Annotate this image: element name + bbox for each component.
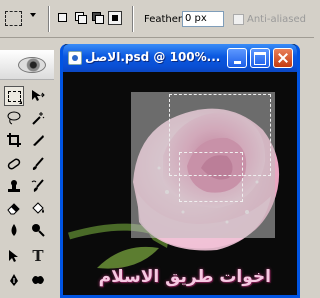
lasso-icon bbox=[7, 111, 21, 125]
subtract-from-selection-button[interactable] bbox=[91, 11, 105, 25]
dodge-icon bbox=[32, 224, 45, 237]
paint-bucket-icon bbox=[32, 202, 44, 214]
feather-label: Feather: bbox=[144, 14, 186, 25]
custom-shape-tool[interactable] bbox=[28, 270, 48, 290]
options-bar: Feather: 0 px Anti-aliased bbox=[0, 0, 314, 38]
move-tool[interactable] bbox=[28, 86, 48, 106]
custom-shape-icon bbox=[32, 276, 44, 284]
clone-stamp-tool[interactable] bbox=[4, 176, 24, 196]
document-title: الاصل.psd @ 100%... bbox=[85, 50, 221, 64]
arabic-caption-text: اخوات طريق الاسلام bbox=[98, 267, 271, 287]
marquee-tool[interactable] bbox=[4, 86, 24, 106]
history-brush-icon bbox=[31, 179, 44, 192]
water-drop-icon bbox=[11, 224, 17, 236]
close-button[interactable] bbox=[273, 48, 293, 68]
path-selection-tool[interactable] bbox=[4, 246, 24, 266]
history-brush-tool[interactable] bbox=[28, 176, 48, 196]
path-arrow-icon bbox=[9, 250, 18, 262]
options-separator bbox=[48, 6, 50, 32]
magic-wand-tool[interactable] bbox=[28, 108, 48, 128]
slice-tool[interactable] bbox=[28, 130, 48, 150]
crop-icon bbox=[7, 133, 21, 147]
paint-bucket-tool[interactable] bbox=[28, 198, 48, 218]
blur-tool[interactable] bbox=[4, 220, 24, 240]
slice-icon bbox=[33, 135, 44, 146]
crop-tool[interactable] bbox=[4, 130, 24, 150]
anti-aliased-checkbox[interactable] bbox=[233, 14, 244, 25]
eraser-icon bbox=[7, 203, 20, 215]
palette-header bbox=[0, 50, 54, 80]
document-window: الاصل.psd @ 100%... اخوات طريق الاسلام bbox=[60, 44, 300, 298]
lasso-tool[interactable] bbox=[4, 108, 24, 128]
marquee-icon bbox=[7, 90, 21, 102]
adobe-eye-icon[interactable] bbox=[18, 57, 46, 73]
tools-palette: T bbox=[0, 50, 54, 298]
bandage-icon bbox=[7, 158, 21, 170]
type-t-icon: T bbox=[32, 246, 44, 265]
brush-tool[interactable] bbox=[28, 154, 48, 174]
marquee-selection-outline[interactable] bbox=[179, 152, 243, 202]
image-canvas[interactable]: اخوات طريق الاسلام bbox=[67, 72, 295, 295]
document-titlebar[interactable]: الاصل.psd @ 100%... bbox=[63, 44, 297, 72]
new-selection-button[interactable] bbox=[56, 11, 70, 25]
photoshop-document-icon bbox=[68, 51, 82, 65]
stamp-icon bbox=[8, 180, 20, 192]
minimize-button[interactable] bbox=[227, 48, 247, 68]
pen-icon bbox=[10, 274, 18, 286]
move-icon bbox=[32, 90, 45, 101]
pen-tool[interactable] bbox=[4, 270, 24, 290]
magic-wand-icon bbox=[32, 112, 45, 125]
intersect-with-selection-button[interactable] bbox=[108, 11, 122, 25]
eraser-tool[interactable] bbox=[4, 198, 24, 218]
add-to-selection-button[interactable] bbox=[74, 11, 88, 25]
anti-aliased-label: Anti-aliased bbox=[247, 14, 307, 25]
feather-input[interactable]: 0 px bbox=[182, 11, 224, 27]
options-separator bbox=[132, 6, 134, 32]
maximize-button[interactable] bbox=[250, 48, 270, 68]
rectangular-marquee-preset-icon[interactable] bbox=[5, 11, 22, 26]
healing-brush-tool[interactable] bbox=[4, 154, 24, 174]
tool-preset-dropdown-arrow-icon[interactable] bbox=[30, 13, 36, 17]
type-tool[interactable]: T bbox=[28, 246, 48, 266]
dodge-tool[interactable] bbox=[28, 220, 48, 240]
brush-icon bbox=[32, 157, 44, 170]
